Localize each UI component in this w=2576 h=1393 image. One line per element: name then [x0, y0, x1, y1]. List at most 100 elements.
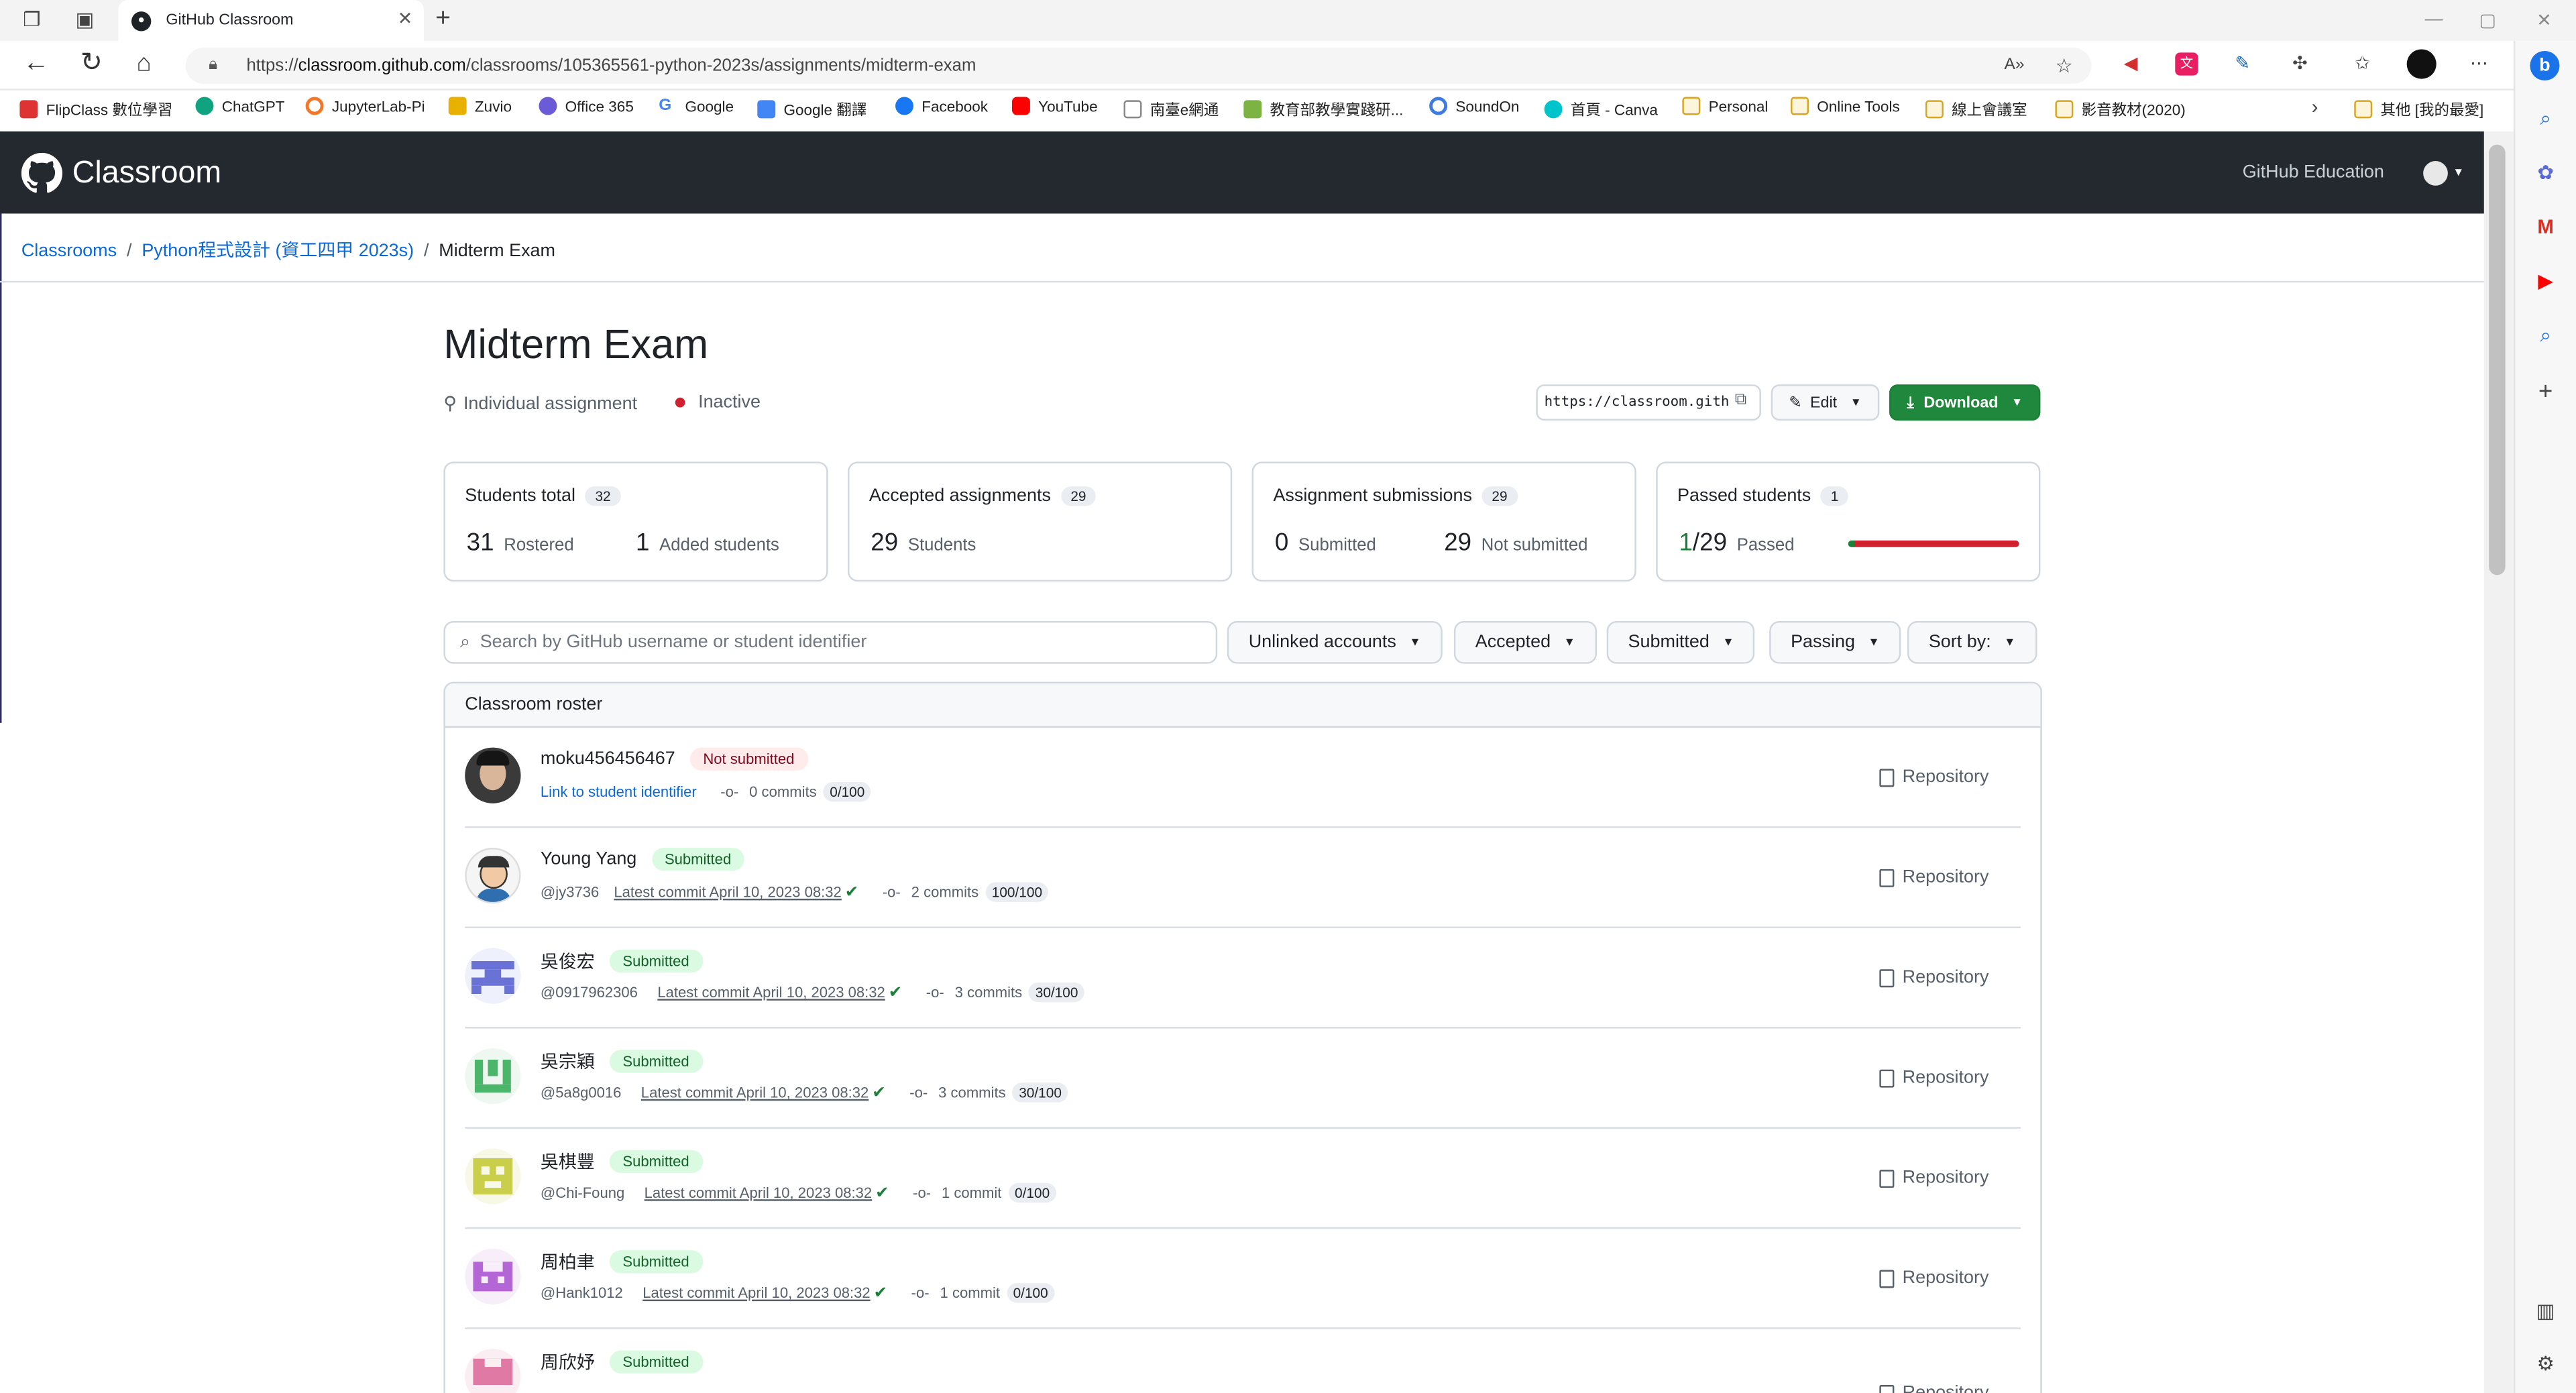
read-aloud-icon[interactable]: A»: [2005, 48, 2025, 84]
accepted-filter[interactable]: Accepted ▼: [1453, 620, 1597, 664]
bookmark-item[interactable]: FlipClass 數位學習: [19, 97, 172, 120]
table-row: 吳宗穎 Submitted @5a8g0016 Latest commit Apri…: [465, 1028, 2021, 1129]
favorite-add-icon[interactable]: ☆: [2055, 48, 2072, 84]
latest-commit-link[interactable]: Latest commit April 10, 2023 08:32: [657, 984, 885, 1000]
bookmark-item[interactable]: Office 365: [539, 97, 634, 115]
card-title: Students total: [465, 486, 576, 506]
repository-link[interactable]: Repository: [1879, 767, 1989, 787]
roster-header: Classroom roster: [445, 683, 2041, 728]
vertical-tabs-icon[interactable]: ▣: [76, 8, 95, 31]
chevron-down-icon: ▼: [2011, 396, 2023, 408]
scrollbar-thumb[interactable]: [2489, 144, 2506, 575]
sidebar-toggle-icon[interactable]: ▥: [2533, 1300, 2558, 1325]
github-education-link[interactable]: GitHub Education: [2243, 163, 2384, 182]
repository-link[interactable]: Repository: [1879, 867, 1989, 887]
workspaces-icon[interactable]: ❐: [23, 8, 40, 31]
gmail-icon[interactable]: M: [2533, 215, 2558, 240]
back-icon[interactable]: ←: [23, 50, 49, 77]
minimize-icon[interactable]: —: [2425, 10, 2443, 30]
translate-extension-icon[interactable]: 文: [2175, 52, 2198, 76]
bookmark-item[interactable]: Zuvio: [448, 97, 512, 115]
bookmark-item[interactable]: 首頁 - Canva: [1544, 97, 1658, 120]
chevron-down-icon: ▼: [1868, 636, 1880, 649]
student-name[interactable]: 周欣妤: [541, 1349, 595, 1375]
bookmark-item[interactable]: ChatGPT: [195, 97, 285, 115]
invite-link-field[interactable]: https://classroom.github.com ⧉: [1536, 384, 1761, 421]
repository-link[interactable]: Repository: [1879, 1384, 1989, 1393]
close-window-icon[interactable]: ✕: [2536, 10, 2552, 31]
repository-link[interactable]: Repository: [1879, 968, 1989, 987]
url-host: classroom.github.com: [298, 56, 466, 76]
bookmark-folder[interactable]: 影音教材(2020): [2055, 97, 2186, 120]
add-icon[interactable]: +: [2533, 380, 2558, 404]
student-name[interactable]: 周柏聿: [541, 1249, 595, 1275]
repository-link[interactable]: Repository: [1879, 1168, 1989, 1188]
bookmark-item[interactable]: G Google: [659, 97, 734, 115]
student-name[interactable]: Young Yang: [541, 849, 636, 869]
search-icon[interactable]: ⌕: [2533, 324, 2558, 349]
passing-filter[interactable]: Passing ▼: [1769, 620, 1901, 664]
table-row: 周柏聿 Submitted @Hank1012 Latest commit Apri…: [465, 1229, 2021, 1329]
close-tab-icon[interactable]: ✕: [398, 8, 413, 30]
score-badge: 0/100: [1006, 1283, 1055, 1303]
bookmark-item[interactable]: 教育部教學實踐研...: [1243, 97, 1403, 120]
student-name[interactable]: 吳棋豐: [541, 1148, 595, 1174]
bookmark-item[interactable]: YouTube: [1011, 97, 1098, 115]
extensions-icon[interactable]: ✣: [2288, 52, 2311, 75]
settings-gear-icon[interactable]: ⚙: [2533, 1352, 2558, 1377]
student-name[interactable]: 吳俊宏: [541, 948, 595, 974]
other-favorites-folder[interactable]: 其他 [我的最愛]: [2354, 97, 2483, 120]
youtube-icon[interactable]: ▶: [2533, 270, 2558, 294]
breadcrumb-classroom[interactable]: Python程式設計 (資工四甲 2023s): [142, 241, 414, 261]
check-icon: ✔: [872, 1083, 886, 1102]
passed-count: 1: [1679, 528, 1693, 557]
sort-by-dropdown[interactable]: Sort by: ▼: [1907, 620, 2037, 664]
user-menu[interactable]: ▼: [2423, 161, 2464, 186]
bookmark-folder[interactable]: 線上會議室: [1925, 97, 2027, 120]
megaphone-extension-icon[interactable]: ◀: [2119, 52, 2142, 75]
more-options-icon[interactable]: ⋯: [2467, 52, 2490, 75]
student-name[interactable]: 吳宗穎: [541, 1048, 595, 1074]
bookmark-item[interactable]: 南臺e網通: [1123, 97, 1219, 120]
office-icon[interactable]: ✿: [2533, 161, 2558, 186]
student-name[interactable]: moku456456467: [541, 749, 675, 769]
students-total-card: Students total 32 31 Rostered 1 Added stude…: [443, 461, 828, 582]
breadcrumb-classrooms[interactable]: Classrooms: [21, 241, 117, 261]
home-icon[interactable]: ⌂: [136, 50, 151, 77]
submitted-filter[interactable]: Submitted ▼: [1606, 620, 1756, 664]
search-input[interactable]: ⌕ Search by GitHub username or student i…: [443, 620, 1218, 664]
new-tab-icon[interactable]: +: [435, 5, 451, 34]
bing-copilot-icon[interactable]: b: [2530, 50, 2560, 81]
table-row: Young Yang Submitted @jy3736 Latest commit…: [465, 828, 2021, 929]
bookmark-item[interactable]: JupyterLab-Pi: [305, 97, 425, 115]
profile-avatar[interactable]: [2406, 49, 2437, 79]
latest-commit-link[interactable]: Latest commit April 10, 2023 08:32: [614, 884, 841, 900]
repository-link[interactable]: Repository: [1879, 1268, 1989, 1288]
bookmark-item[interactable]: Google 翻譯: [757, 97, 866, 120]
unlinked-accounts-filter[interactable]: Unlinked accounts ▼: [1227, 620, 1443, 664]
classroom-home-link[interactable]: Classroom: [21, 152, 221, 194]
bookmark-folder[interactable]: Online Tools: [1791, 97, 1900, 115]
maximize-icon[interactable]: ▢: [2479, 10, 2496, 31]
scrollbar[interactable]: [2483, 131, 2514, 1393]
refresh-icon[interactable]: ↻: [80, 50, 103, 77]
repository-link[interactable]: Repository: [1879, 1068, 1989, 1088]
latest-commit-link[interactable]: Latest commit April 10, 2023 08:32: [641, 1084, 869, 1101]
copy-icon[interactable]: ⧉: [1735, 391, 1746, 409]
search-icon[interactable]: ⌕: [2533, 107, 2558, 131]
pen-extension-icon[interactable]: ✎: [2231, 52, 2254, 75]
chevron-right-icon[interactable]: ›: [2312, 95, 2318, 118]
address-bar[interactable]: 🔒︎ https://classroom.github.com/classroo…: [185, 48, 2092, 84]
status-badge: Submitted: [609, 1150, 703, 1174]
bookmark-item[interactable]: Facebook: [895, 97, 988, 115]
link-identifier-link[interactable]: Link to student identifier: [541, 783, 697, 799]
favorites-icon[interactable]: ✩: [2351, 52, 2373, 75]
download-button[interactable]: ⤓ Download ▼: [1889, 384, 2041, 421]
breadcrumb-separator: /: [423, 241, 429, 262]
tab-github-classroom[interactable]: ● GitHub Classroom ✕: [118, 0, 424, 42]
bookmark-item[interactable]: SoundOn: [1429, 97, 1519, 115]
latest-commit-link[interactable]: Latest commit April 10, 2023 08:32: [645, 1184, 872, 1201]
bookmark-folder[interactable]: Personal: [1682, 97, 1768, 115]
latest-commit-link[interactable]: Latest commit April 10, 2023 08:32: [642, 1285, 870, 1301]
edit-button[interactable]: ✎ Edit ▼: [1771, 384, 1880, 421]
